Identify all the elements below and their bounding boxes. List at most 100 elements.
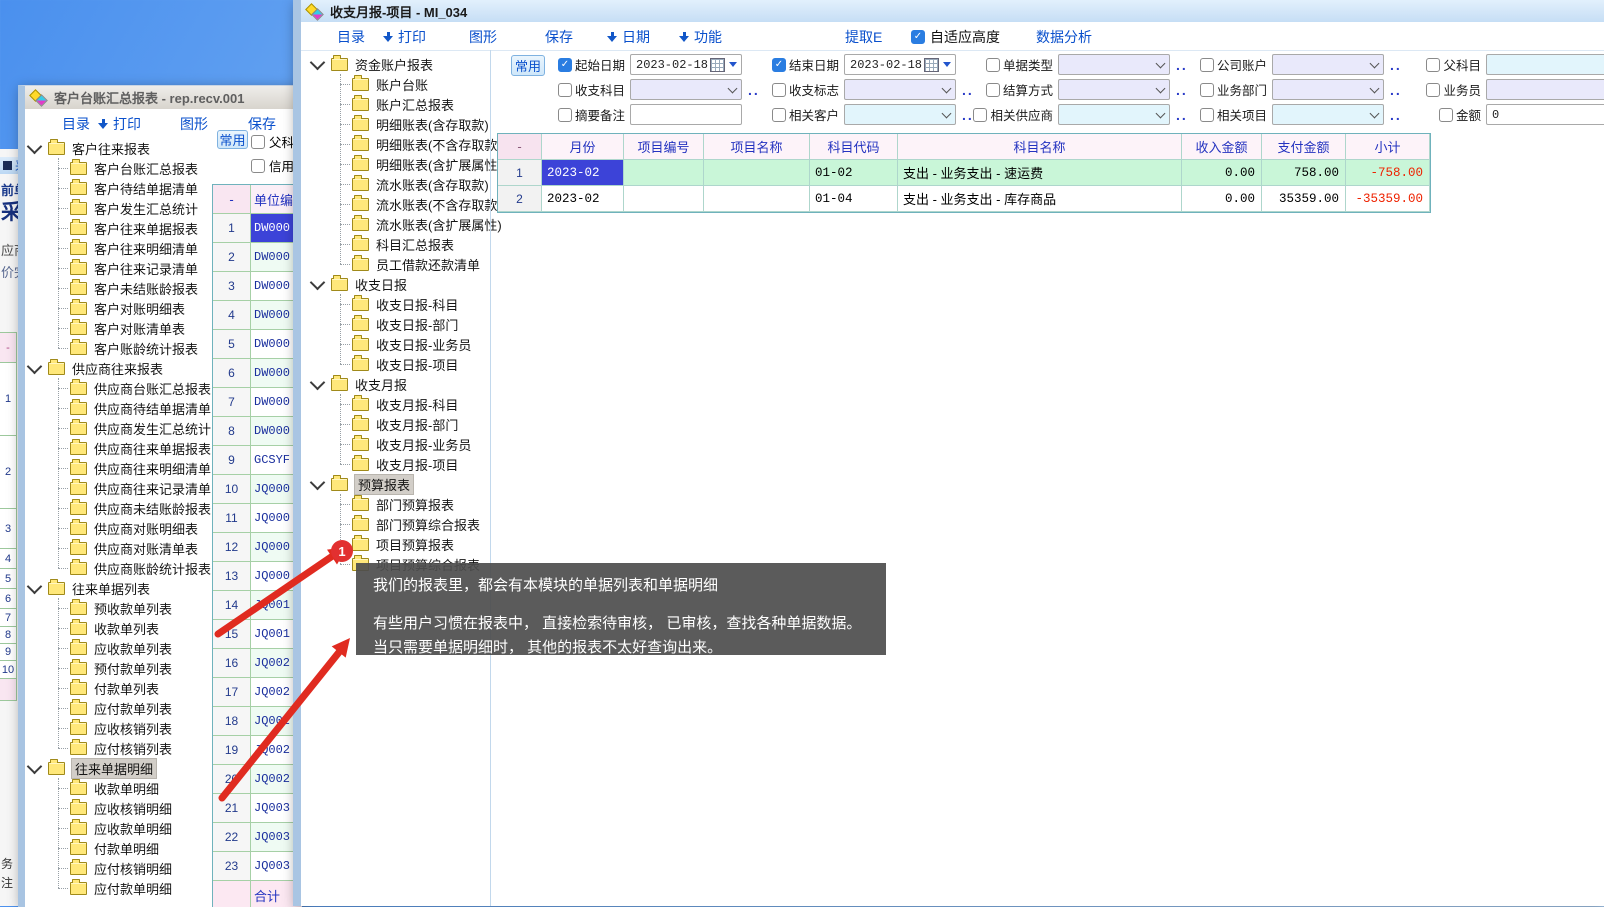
filter-checkbox-business-dept[interactable]: [1200, 83, 1214, 97]
tree-group[interactable]: 预算报表: [301, 474, 490, 494]
filter-date-end-date[interactable]: 2023-02-18: [844, 54, 956, 75]
filter-select-related-customer[interactable]: [844, 104, 956, 125]
tree-group[interactable]: 资金账户报表: [301, 54, 490, 74]
tree-group[interactable]: 收支日报: [301, 274, 490, 294]
tree-group[interactable]: 供应商往来报表: [25, 358, 215, 378]
toolbar-function-button[interactable]: 功能: [679, 27, 722, 47]
grid-row[interactable]: 18JQ002: [213, 707, 302, 736]
table-cell[interactable]: -758.00: [1346, 160, 1430, 186]
browse-dots-button[interactable]: ..: [1176, 107, 1188, 123]
table-cell[interactable]: [624, 160, 704, 186]
filter-checkbox-doc-type[interactable]: [986, 58, 1000, 72]
tree-item[interactable]: 收支月报-业务员: [301, 434, 490, 454]
filter-checkbox-inout-flag[interactable]: [772, 83, 786, 97]
tree-group[interactable]: 往来单据明细: [25, 758, 215, 778]
table-cell[interactable]: 0.00: [1182, 160, 1262, 186]
filter-checkbox-related-supplier[interactable]: [973, 108, 987, 122]
table-cell[interactable]: 35359.00: [1262, 186, 1346, 212]
tree-item[interactable]: 流水账表(含扩展属性): [301, 214, 490, 234]
tree-item[interactable]: 客户往来单据报表: [25, 218, 215, 238]
tree-item[interactable]: 账户台账: [301, 74, 490, 94]
filter-checkbox-memo[interactable]: [558, 108, 572, 122]
grid-row[interactable]: 15JQ001: [213, 620, 302, 649]
filter-input-salesman[interactable]: [1486, 79, 1604, 100]
autofit-checkbox[interactable]: [911, 30, 925, 44]
tree-item[interactable]: 供应商未结账龄报表: [25, 498, 215, 518]
tree-item[interactable]: 客户对账清单表: [25, 318, 215, 338]
grid-row[interactable]: 22JQ003: [213, 823, 302, 852]
filter-checkbox-amount[interactable]: [1439, 108, 1453, 122]
main-window-titlebar[interactable]: 收支月报-项目 - MI_034: [301, 0, 1604, 22]
filter-select-settle-method[interactable]: [1058, 79, 1170, 100]
tree-item[interactable]: 应付款单列表: [25, 698, 215, 718]
chevron-down-icon[interactable]: [27, 759, 43, 775]
left-credit-checkbox[interactable]: [251, 159, 265, 173]
table-cell[interactable]: [624, 186, 704, 212]
filter-checkbox-company-account[interactable]: [1200, 58, 1214, 72]
tree-item[interactable]: 客户往来记录清单: [25, 258, 215, 278]
tree-item[interactable]: 客户未结账龄报表: [25, 278, 215, 298]
browse-dots-button[interactable]: ..: [1390, 82, 1402, 98]
tree-item[interactable]: 供应商对账清单表: [25, 538, 215, 558]
tree-item[interactable]: 客户待结单据清单: [25, 178, 215, 198]
tree-item[interactable]: 收支月报-部门: [301, 414, 490, 434]
left-parent-subject-checkbox[interactable]: [251, 135, 265, 149]
tree-item[interactable]: 付款单明细: [25, 838, 215, 858]
grid-row[interactable]: 3DW000: [213, 272, 302, 301]
tree-group[interactable]: 往来单据列表: [25, 578, 215, 598]
tree-item[interactable]: 明细账表(不含存取款): [301, 134, 490, 154]
tree-item[interactable]: 应收款单列表: [25, 638, 215, 658]
grid-row[interactable]: 19JQ002: [213, 736, 302, 765]
lw-toolbar-directory-button[interactable]: 目录: [62, 114, 90, 134]
tree-item[interactable]: 明细账表(含扩展属性): [301, 154, 490, 174]
toolbar-date-button[interactable]: 日期: [607, 27, 650, 47]
grid-row[interactable]: 20JQ002: [213, 765, 302, 794]
browse-dots-button[interactable]: ..: [748, 82, 760, 98]
grid-row[interactable]: 1DW000: [213, 214, 302, 243]
tree-item[interactable]: 收支日报-业务员: [301, 334, 490, 354]
tree-item[interactable]: 应收核销明细: [25, 798, 215, 818]
table-cell[interactable]: 2023-02: [542, 160, 624, 186]
filter-select-related-supplier[interactable]: [1058, 104, 1170, 125]
table-row[interactable]: 12023-0201-02支出 - 业务支出 - 速运费0.00758.00-7…: [498, 160, 1430, 186]
table-cell[interactable]: 01-02: [810, 160, 898, 186]
tree-item[interactable]: 供应商往来单据报表: [25, 438, 215, 458]
tree-item[interactable]: 流水账表(不含存取款): [301, 194, 490, 214]
chevron-down-icon[interactable]: [27, 359, 43, 375]
table-cell[interactable]: 支出 - 业务支出 - 速运费: [898, 160, 1182, 186]
filter-select-related-project[interactable]: [1272, 104, 1384, 125]
grid-row[interactable]: 21JQ003: [213, 794, 302, 823]
filter-checkbox-parent-subject[interactable]: [1426, 58, 1440, 72]
grid-row[interactable]: 11JQ000: [213, 504, 302, 533]
grid-row[interactable]: 13JQ000: [213, 562, 302, 591]
tree-item[interactable]: 供应商往来明细清单: [25, 458, 215, 478]
browse-dots-button[interactable]: ..: [1176, 82, 1188, 98]
filter-checkbox-inout-subject[interactable]: [558, 83, 572, 97]
grid-row[interactable]: 6DW000: [213, 359, 302, 388]
tree-item[interactable]: 客户账龄统计报表: [25, 338, 215, 358]
tree-item[interactable]: 客户发生汇总统计: [25, 198, 215, 218]
chevron-down-icon[interactable]: [310, 475, 326, 491]
tree-item[interactable]: 客户对账明细表: [25, 298, 215, 318]
tree-item[interactable]: 供应商账龄统计报表: [25, 558, 215, 578]
lw-toolbar-save-button[interactable]: 保存: [248, 114, 276, 134]
filter-checkbox-related-project[interactable]: [1200, 108, 1214, 122]
tree-item[interactable]: 应付核销明细: [25, 858, 215, 878]
tree-item[interactable]: 收支日报-部门: [301, 314, 490, 334]
lw-toolbar-graph-button[interactable]: 图形: [180, 114, 208, 134]
tree-item[interactable]: 部门预算综合报表: [301, 514, 490, 534]
filter-checkbox-related-customer[interactable]: [772, 108, 786, 122]
grid-row[interactable]: 7DW000: [213, 388, 302, 417]
tree-item[interactable]: 收款单列表: [25, 618, 215, 638]
filter-select-inout-flag[interactable]: [844, 79, 956, 100]
grid-row[interactable]: 16JQ002: [213, 649, 302, 678]
filter-input-amount[interactable]: 0: [1486, 104, 1604, 125]
tree-item[interactable]: 收支日报-项目: [301, 354, 490, 374]
tree-item[interactable]: 项目预算报表: [301, 534, 490, 554]
tree-item[interactable]: 科目汇总报表: [301, 234, 490, 254]
grid-row[interactable]: 14JQ001: [213, 591, 302, 620]
tree-item[interactable]: 供应商对账明细表: [25, 518, 215, 538]
tree-item[interactable]: 部门预算报表: [301, 494, 490, 514]
tree-item[interactable]: 供应商待结单据清单: [25, 398, 215, 418]
filter-checkbox-start-date[interactable]: [558, 58, 572, 72]
